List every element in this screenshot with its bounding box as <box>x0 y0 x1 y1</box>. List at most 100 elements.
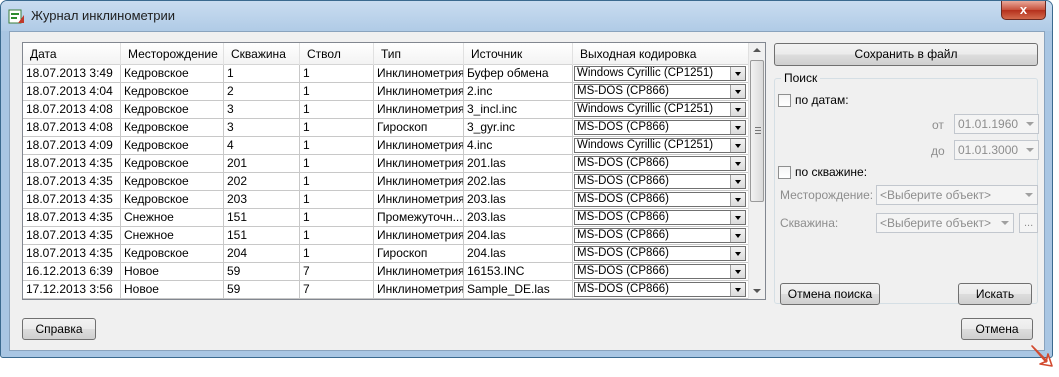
table-row[interactable]: 18.07.2013 4:35 Снежное 151 1 Промежуточн...… <box>23 209 749 227</box>
cell-type[interactable]: Промежуточн... <box>374 209 464 227</box>
cell-type[interactable]: Инклинометрия <box>374 83 464 101</box>
cell-date[interactable]: 18.07.2013 3:49 <box>23 65 121 83</box>
cell-well[interactable]: 204 <box>224 245 300 263</box>
chevron-down-icon[interactable] <box>730 157 745 170</box>
encoding-select[interactable]: MS-DOS (CP866) <box>574 192 746 207</box>
cell-bore[interactable]: 1 <box>300 119 374 137</box>
calendar-dropdown-icon[interactable] <box>1021 141 1038 159</box>
column-header-source[interactable]: Источник <box>464 43 573 65</box>
cell-bore[interactable]: 7 <box>300 281 374 299</box>
cell-well[interactable]: 1 <box>224 65 300 83</box>
calendar-dropdown-icon[interactable] <box>1021 115 1038 133</box>
cell-source[interactable]: 201.las <box>464 155 573 173</box>
cell-well[interactable]: 203 <box>224 191 300 209</box>
cell-field[interactable]: Кедровское <box>121 191 224 209</box>
cell-well[interactable]: 59 <box>224 263 300 281</box>
encoding-select[interactable]: Windows Cyrillic (CP1251) <box>574 66 746 81</box>
cancel-button[interactable]: Отмена <box>961 318 1033 340</box>
cell-type[interactable]: Инклинометрия <box>374 65 464 83</box>
cell-well[interactable]: 151 <box>224 227 300 245</box>
cell-well[interactable]: 59 <box>224 281 300 299</box>
cell-type[interactable]: Инклинометрия <box>374 101 464 119</box>
cell-type[interactable]: Инклинометрия <box>374 137 464 155</box>
cell-date[interactable]: 18.07.2013 4:35 <box>23 191 121 209</box>
column-header-type[interactable]: Тип <box>374 43 464 65</box>
chevron-down-icon[interactable] <box>730 265 745 278</box>
cell-field[interactable]: Кедровское <box>121 173 224 191</box>
chevron-down-icon[interactable] <box>730 247 745 260</box>
encoding-select[interactable]: Windows Cyrillic (CP1251) <box>574 102 746 117</box>
cell-field[interactable]: Кедровское <box>121 65 224 83</box>
encoding-select[interactable]: MS-DOS (CP866) <box>574 210 746 225</box>
scroll-up-arrow-icon[interactable] <box>749 43 765 59</box>
cell-date[interactable]: 18.07.2013 4:35 <box>23 173 121 191</box>
search-button[interactable]: Искать <box>958 283 1032 305</box>
chevron-down-icon[interactable] <box>730 139 745 152</box>
cell-bore[interactable]: 1 <box>300 65 374 83</box>
cell-bore[interactable]: 1 <box>300 173 374 191</box>
cancel-search-button[interactable]: Отмена поиска <box>780 283 880 305</box>
cell-date[interactable]: 18.07.2013 4:35 <box>23 227 121 245</box>
encoding-select[interactable]: Windows Cyrillic (CP1251) <box>574 138 746 153</box>
cell-bore[interactable]: 1 <box>300 245 374 263</box>
chevron-down-icon[interactable] <box>730 175 745 188</box>
save-to-file-button[interactable]: Сохранить в файл <box>774 43 1038 66</box>
encoding-select[interactable]: MS-DOS (CP866) <box>574 84 746 99</box>
cell-bore[interactable]: 1 <box>300 191 374 209</box>
date-to-field[interactable]: 01.01.3000 <box>954 140 1039 160</box>
cell-bore[interactable]: 1 <box>300 227 374 245</box>
cell-field[interactable]: Новое <box>121 281 224 299</box>
cell-well[interactable]: 4 <box>224 137 300 155</box>
table-row[interactable]: 18.07.2013 3:49 Кедровское 1 1 Инклинометрия… <box>23 65 749 83</box>
resize-arrow-icon[interactable] <box>1028 340 1054 370</box>
cell-date[interactable]: 18.07.2013 4:35 <box>23 245 121 263</box>
cell-date[interactable]: 17.12.2013 3:56 <box>23 281 121 299</box>
table-row[interactable]: 17.12.2013 3:56 Новое 59 7 Инклинометрия Samp… <box>23 281 749 299</box>
column-header-well[interactable]: Скважина <box>224 43 300 65</box>
table-row[interactable]: 18.07.2013 4:04 Кедровское 2 1 Инклинометрия… <box>23 83 749 101</box>
cell-source[interactable]: 16153.INC <box>464 263 573 281</box>
cell-field[interactable]: Кедровское <box>121 245 224 263</box>
chevron-down-icon[interactable] <box>730 211 745 224</box>
column-header-date[interactable]: Дата <box>23 43 121 65</box>
cell-bore[interactable]: 1 <box>300 83 374 101</box>
cell-well[interactable]: 3 <box>224 101 300 119</box>
help-button[interactable]: Справка <box>22 318 96 340</box>
chevron-down-icon[interactable] <box>730 67 745 80</box>
table-row[interactable]: 18.07.2013 4:35 Кедровское 204 1 Гироскоп 204… <box>23 245 749 263</box>
cell-bore[interactable]: 7 <box>300 263 374 281</box>
chevron-down-icon[interactable] <box>730 193 745 206</box>
encoding-select[interactable]: MS-DOS (CP866) <box>574 156 746 171</box>
cell-date[interactable]: 18.07.2013 4:08 <box>23 101 121 119</box>
by-well-checkbox[interactable] <box>778 166 791 179</box>
table-row[interactable]: 18.07.2013 4:35 Кедровское 202 1 Инклинометр… <box>23 173 749 191</box>
cell-date[interactable]: 18.07.2013 4:08 <box>23 119 121 137</box>
table-row[interactable]: 18.07.2013 4:08 Кедровское 3 1 Инклинометрия… <box>23 101 749 119</box>
table-vertical-scrollbar[interactable] <box>748 43 765 299</box>
encoding-select[interactable]: MS-DOS (CP866) <box>574 264 746 279</box>
encoding-select[interactable]: MS-DOS (CP866) <box>574 120 746 135</box>
scroll-thumb[interactable] <box>750 60 764 202</box>
cell-source[interactable]: Буфер обмена <box>464 65 573 83</box>
cell-date[interactable]: 18.07.2013 4:09 <box>23 137 121 155</box>
cell-field[interactable]: Снежное <box>121 227 224 245</box>
browse-well-button[interactable]: ... <box>1019 213 1038 233</box>
cell-bore[interactable]: 1 <box>300 137 374 155</box>
cell-source[interactable]: 203.las <box>464 191 573 209</box>
cell-source[interactable]: 204.las <box>464 245 573 263</box>
cell-source[interactable]: 2.inc <box>464 83 573 101</box>
column-header-encoding[interactable]: Выходная кодировка <box>573 43 749 65</box>
cell-date[interactable]: 18.07.2013 4:35 <box>23 209 121 227</box>
table-row[interactable]: 16.12.2013 6:39 Новое 59 7 Инклинометрия 1615… <box>23 263 749 281</box>
cell-type[interactable]: Инклинометрия <box>374 155 464 173</box>
cell-source[interactable]: 3_incl.inc <box>464 101 573 119</box>
chevron-down-icon[interactable] <box>730 283 745 296</box>
well-filter-select[interactable]: <Выберите объект> <box>876 213 1014 233</box>
chevron-down-icon[interactable] <box>730 229 745 242</box>
cell-field[interactable]: Кедровское <box>121 101 224 119</box>
chevron-down-icon[interactable] <box>730 85 745 98</box>
date-from-field[interactable]: 01.01.1960 <box>954 114 1039 134</box>
chevron-down-icon[interactable] <box>1020 186 1037 204</box>
cell-type[interactable]: Гироскоп <box>374 245 464 263</box>
cell-bore[interactable]: 1 <box>300 155 374 173</box>
